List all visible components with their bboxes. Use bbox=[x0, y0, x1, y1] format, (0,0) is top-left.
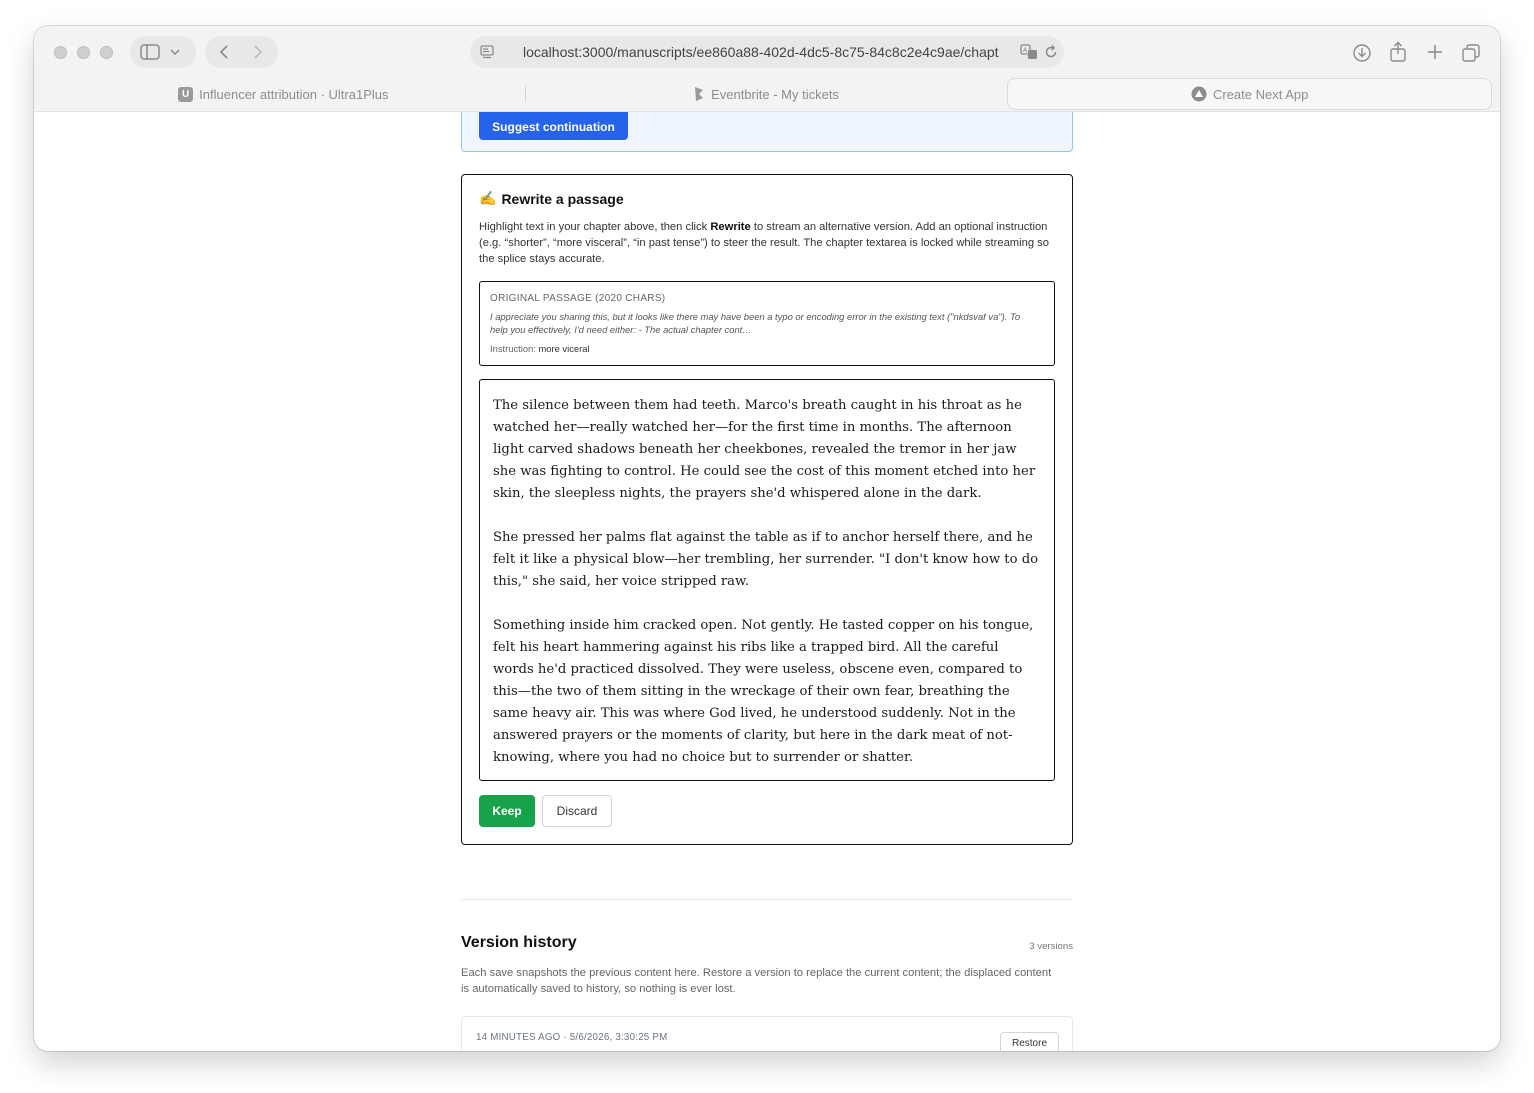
eventbrite-favicon-icon bbox=[693, 86, 705, 102]
new-tab-plus-icon[interactable] bbox=[1426, 43, 1444, 61]
desc-bold-rewrite: Rewrite bbox=[710, 221, 751, 233]
sidebar-toggle-group bbox=[130, 36, 196, 68]
rewrite-title: Rewrite a passage bbox=[501, 190, 624, 207]
svg-text:A: A bbox=[1023, 47, 1028, 54]
page-content: Suggest continuation ✍️ Rewrite a passag… bbox=[34, 112, 1500, 1051]
tab-influencer-attribution[interactable]: U Influencer attribution · Ultra1Plus bbox=[42, 78, 525, 110]
download-icon[interactable] bbox=[1352, 43, 1372, 63]
instruction-label: Instruction: bbox=[490, 343, 536, 354]
version-count: 3 versions bbox=[1029, 941, 1073, 952]
tab-label: Eventbrite - My tickets bbox=[711, 86, 839, 102]
suggest-continuation-button[interactable]: Suggest continuation bbox=[479, 112, 628, 140]
translate-icon[interactable]: A bbox=[1020, 44, 1038, 60]
tab-label: Influencer attribution · Ultra1Plus bbox=[199, 86, 389, 102]
result-paragraph: She pressed her palms flat against the t… bbox=[493, 530, 1039, 589]
ultra1plus-favicon-icon: U bbox=[178, 86, 194, 102]
share-icon[interactable] bbox=[1389, 41, 1407, 63]
tab-create-next-app[interactable]: Create Next App bbox=[1007, 78, 1493, 110]
version-item: 14 MINUTES AGO · 5/6/2026, 3:30:25 PM Re… bbox=[461, 1016, 1073, 1051]
rewrite-passage-panel: ✍️ Rewrite a passage Highlight text in y… bbox=[461, 174, 1073, 845]
chevron-down-icon[interactable] bbox=[170, 48, 180, 56]
rewrite-heading: ✍️ Rewrite a passage bbox=[479, 190, 624, 207]
version-timestamp: 14 MINUTES AGO · 5/6/2026, 3:30:25 PM bbox=[476, 1032, 668, 1043]
url-text: localhost:3000/manuscripts/ee860a88-402d… bbox=[523, 44, 999, 60]
minimize-window-button[interactable] bbox=[77, 46, 90, 59]
tab-separator bbox=[524, 86, 526, 102]
sidebar-icon[interactable] bbox=[140, 44, 160, 60]
section-divider bbox=[461, 899, 1073, 900]
tab-overview-icon[interactable] bbox=[1461, 43, 1481, 63]
close-window-button[interactable] bbox=[54, 46, 67, 59]
result-paragraph: Something inside him cracked open. Not g… bbox=[493, 618, 1034, 765]
version-history-title: Version history bbox=[461, 934, 577, 951]
tab-bar: U Influencer attribution · Ultra1Plus Ev… bbox=[42, 78, 1493, 110]
page-settings-icon[interactable] bbox=[480, 45, 494, 59]
rewrite-description: Highlight text in your chapter above, th… bbox=[479, 219, 1057, 267]
original-passage-text: I appreciate you sharing this, but it lo… bbox=[490, 311, 1021, 335]
reload-icon[interactable] bbox=[1044, 44, 1058, 60]
triangle-logo-icon bbox=[1191, 86, 1207, 102]
window-controls bbox=[54, 46, 113, 59]
zoom-window-button[interactable] bbox=[100, 46, 113, 59]
desc-text-1: Highlight text in your chapter above, th… bbox=[479, 221, 711, 233]
navigation-group bbox=[205, 36, 278, 68]
rewrite-result-box: The silence between them had teeth. Marc… bbox=[479, 379, 1055, 781]
original-passage-box: ORIGINAL PASSAGE (2020 CHARS) I apprecia… bbox=[479, 281, 1055, 366]
writing-hand-icon: ✍️ bbox=[479, 190, 497, 206]
version-history-description: Each save snapshots the previous content… bbox=[461, 967, 1052, 995]
instruction-value: more viceral bbox=[538, 343, 590, 354]
address-bar[interactable]: localhost:3000/manuscripts/ee860a88-402d… bbox=[470, 36, 1064, 68]
result-paragraph: The silence between them had teeth. Marc… bbox=[493, 398, 1036, 501]
suggest-continuation-panel: Suggest continuation bbox=[461, 112, 1073, 152]
discard-button[interactable]: Discard bbox=[542, 795, 612, 827]
keep-button[interactable]: Keep bbox=[479, 795, 535, 827]
browser-window: localhost:3000/manuscripts/ee860a88-402d… bbox=[34, 26, 1500, 1051]
tab-eventbrite[interactable]: Eventbrite - My tickets bbox=[524, 78, 1008, 110]
forward-arrow-icon[interactable] bbox=[253, 44, 263, 60]
browser-toolbar: localhost:3000/manuscripts/ee860a88-402d… bbox=[34, 26, 1500, 112]
tab-label: Create Next App bbox=[1212, 86, 1309, 102]
instruction-line: Instruction: more viceral bbox=[490, 343, 590, 354]
restore-button[interactable]: Restore bbox=[1000, 1032, 1059, 1051]
original-passage-label: ORIGINAL PASSAGE (2020 CHARS) bbox=[490, 293, 666, 304]
back-arrow-icon[interactable] bbox=[219, 44, 229, 60]
